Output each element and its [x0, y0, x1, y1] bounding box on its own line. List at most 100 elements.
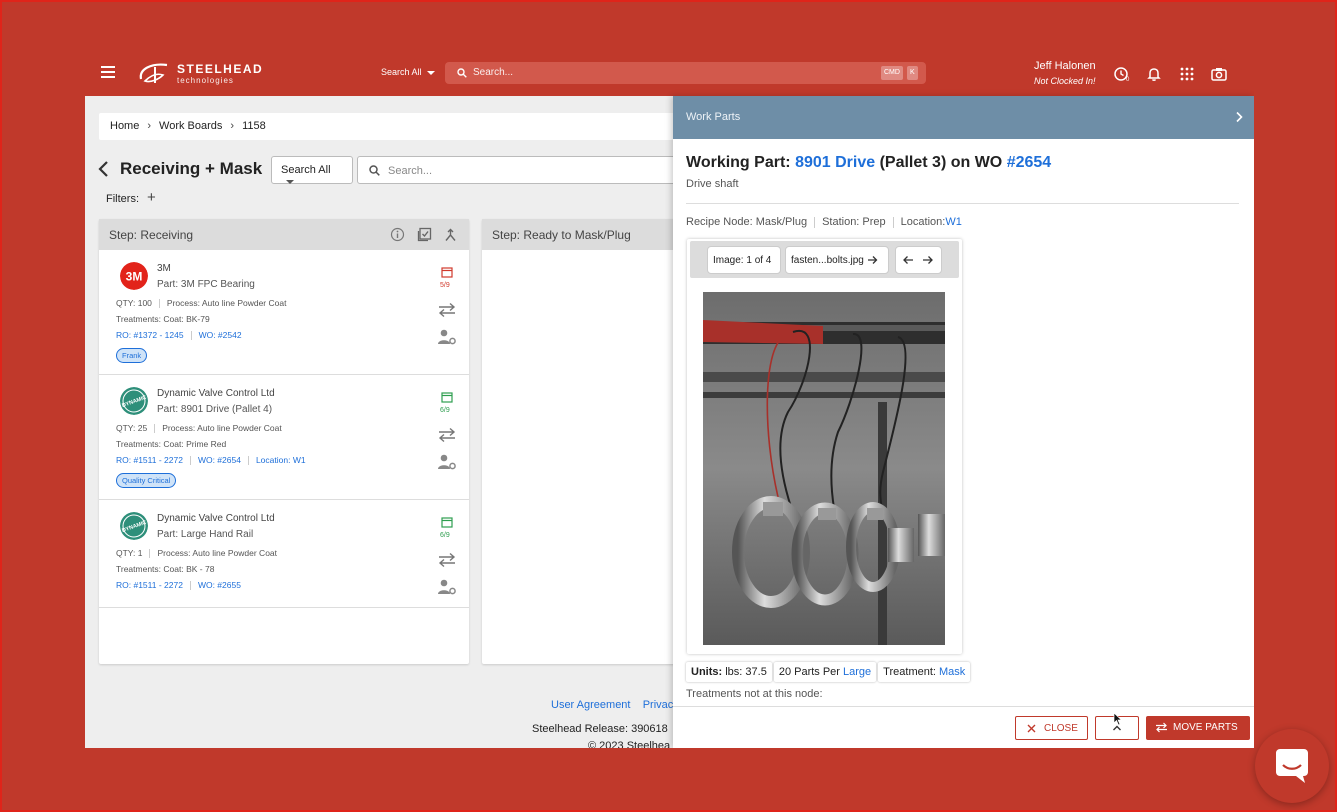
ro-link[interactable]: RO: #1511 - 2272 [116, 455, 183, 465]
step-column-header: Step: Ready to Mask/Plug [482, 219, 682, 250]
due-date-fraction: 5/9 [440, 282, 450, 289]
apps-grid-icon[interactable] [1178, 65, 1196, 83]
swap-arrows-icon[interactable] [437, 552, 457, 568]
qty-process-row: QTY: 100 Process: Auto line Powder Coat [116, 298, 286, 309]
release-version: Steelhead Release: 390618 [532, 723, 668, 735]
camera-icon[interactable] [1210, 65, 1228, 83]
info-icon[interactable] [390, 227, 405, 242]
wo-link[interactable]: WO: #2655 [198, 580, 241, 590]
part-card[interactable]: DYNAMIC Dynamic Valve Control Ltd Part: … [99, 500, 469, 608]
treatments: Treatments: Coat: BK - 78 [116, 564, 215, 574]
qty-process-row: QTY: 25 Process: Auto line Powder Coat [116, 423, 282, 434]
calendar-icon[interactable] [441, 516, 453, 528]
board-scope-select[interactable]: Search All [271, 156, 353, 185]
chat-bubble-icon [1276, 749, 1308, 783]
privacy-link[interactable]: Privac [643, 699, 674, 711]
board-title: Receiving + Mask [120, 159, 263, 178]
part-card[interactable]: DYNAMIC Dynamic Valve Control Ltd Part: … [99, 375, 469, 500]
swap-arrows-icon[interactable] [437, 427, 457, 443]
refs-row: RO: #1511 - 2272 WO: #2655 [116, 580, 241, 591]
menu-icon[interactable] [101, 66, 115, 78]
footer-links: User Agreement Privac [551, 699, 673, 711]
refs-row: RO: #1511 - 2272 WO: #2654 Location: W1 [116, 455, 306, 466]
app-window: STEELHEAD technologies Search All Search… [85, 52, 1254, 748]
arrow-right-icon [867, 256, 878, 265]
work-parts-drawer: Work Parts Working Part: 8901 Drive (Pal… [673, 96, 1254, 748]
customer-name: 3M [157, 263, 171, 274]
next-image-icon[interactable] [922, 255, 934, 265]
assign-user-icon[interactable] [437, 578, 457, 596]
assign-user-icon[interactable] [437, 453, 457, 471]
select-all-icon[interactable] [417, 227, 432, 242]
chevron-right-icon[interactable] [1234, 111, 1244, 123]
refs-row: RO: #1372 - 1245 WO: #2542 [116, 330, 242, 341]
due-date-fraction: 6/9 [440, 532, 450, 539]
breadcrumb-work-boards[interactable]: Work Boards [159, 120, 222, 132]
image-file-button[interactable]: fasten...bolts.jpg [785, 246, 889, 274]
location-link[interactable]: Location: W1 [256, 455, 306, 465]
treatments: Treatments: Coat: BK-79 [116, 314, 210, 324]
board-search-input[interactable]: Search... [357, 156, 687, 184]
user-agreement-link[interactable]: User Agreement [551, 699, 630, 711]
customer-logo-3m: 3M [120, 262, 148, 290]
user-name[interactable]: Jeff Halonen [1034, 60, 1096, 72]
swap-arrows-icon[interactable] [437, 302, 457, 318]
ro-link[interactable]: RO: #1372 - 1245 [116, 330, 184, 340]
part-link[interactable]: 8901 Drive [795, 154, 875, 171]
step-column-receiving: Step: Receiving 3M 3M Part: 3M FPC Beari… [99, 219, 469, 664]
previous-image-icon[interactable] [902, 255, 914, 265]
back-chevron-icon[interactable] [97, 160, 111, 178]
part-card[interactable]: 3M 3M Part: 3M FPC Bearing QTY: 100 Proce… [99, 250, 469, 375]
calendar-icon[interactable] [441, 391, 453, 403]
global-search-input[interactable]: Search... CMD K [445, 62, 926, 84]
treatments: Treatments: Coat: Prime Red [116, 439, 227, 449]
station: Station: Prep [822, 216, 886, 228]
qty: QTY: 100 [116, 298, 152, 308]
card-tag: Quality Critical [116, 473, 177, 488]
search-icon [457, 68, 467, 78]
brand-logo[interactable]: STEELHEAD technologies [137, 59, 267, 89]
clock-status: Not Clocked In! [1034, 76, 1096, 86]
units-chip: Units: lbs: 37.5 [686, 662, 772, 682]
part-photo[interactable] [703, 292, 945, 645]
attribute-chips: Units: lbs: 37.5 20 Parts Per Large Treatm… [686, 662, 972, 682]
step-name: Step: Receiving [109, 228, 194, 242]
qty-process-row: QTY: 1 Process: Auto line Powder Coat [116, 548, 277, 559]
working-part-prefix: Working Part: [686, 154, 791, 171]
close-button[interactable]: CLOSE [1015, 716, 1088, 740]
treatment-link[interactable]: Mask [939, 666, 965, 678]
ro-link[interactable]: RO: #1511 - 2272 [116, 580, 183, 590]
breadcrumb-board-id: 1158 [242, 120, 266, 132]
chat-widget-button[interactable] [1255, 729, 1329, 803]
close-label: CLOSE [1044, 723, 1078, 734]
move-parts-label: MOVE PARTS [1173, 722, 1238, 733]
move-parts-button[interactable]: MOVE PARTS [1146, 716, 1250, 740]
recipe-node: Recipe Node: Mask/Plug [686, 216, 808, 228]
parts-per-link[interactable]: Large [843, 666, 871, 678]
clock-count: 0 [1126, 77, 1130, 83]
qty: QTY: 1 [116, 548, 143, 558]
copyright: © 2023 Steelhea [588, 740, 671, 748]
breadcrumb-home[interactable]: Home [110, 120, 139, 132]
units-value: lbs: 37.5 [725, 666, 767, 678]
kbd-cmd: CMD [881, 66, 903, 80]
drawer-header: Work Parts [673, 96, 1254, 139]
wo-link[interactable]: #2654 [1007, 154, 1052, 171]
image-counter: Image: 1 of 4 [707, 246, 781, 274]
image-nav-buttons [895, 246, 942, 274]
qty: QTY: 25 [116, 423, 148, 433]
merge-icon[interactable] [443, 227, 458, 242]
image-toolbar: Image: 1 of 4 fasten...bolts.jpg [690, 241, 959, 278]
bell-icon[interactable] [1145, 65, 1163, 83]
treatment-label: Treatment: [883, 666, 936, 678]
assign-user-icon[interactable] [437, 328, 457, 346]
clock-icon[interactable]: 0 [1113, 65, 1131, 83]
global-scope-select[interactable]: Search All [381, 67, 435, 77]
filters-label: Filters: [106, 193, 139, 205]
add-filter-button[interactable]: + [147, 189, 156, 206]
location-link[interactable]: W1 [945, 216, 962, 228]
image-viewer: Image: 1 of 4 fasten...bolts.jpg [687, 239, 962, 654]
wo-link[interactable]: WO: #2542 [199, 330, 242, 340]
wo-link[interactable]: WO: #2654 [198, 455, 241, 465]
calendar-icon[interactable] [441, 266, 453, 278]
